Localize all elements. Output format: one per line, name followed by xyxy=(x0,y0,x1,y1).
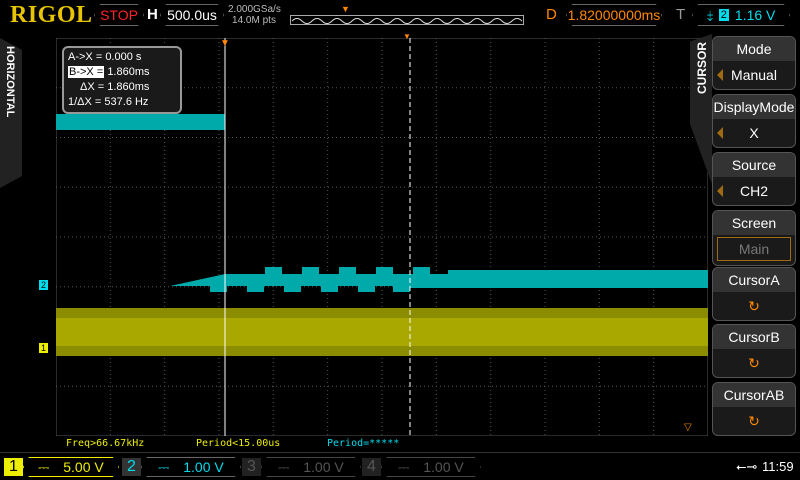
ch2-scale: 1.00 V xyxy=(183,459,224,475)
channel-1-setting[interactable]: 1 ⎓ 5.00 V xyxy=(4,457,119,477)
ch1-scale: 5.00 V xyxy=(63,459,104,475)
menu-cursora[interactable]: CursorA ↻ xyxy=(712,267,796,321)
menu-source-value: CH2 xyxy=(739,183,768,199)
measurement-period-ch1: Period<15.00us xyxy=(196,438,281,449)
timebase-value[interactable]: 500.0us xyxy=(160,4,224,26)
delay-label: D xyxy=(546,6,557,23)
dx-value: 1.860ms xyxy=(107,81,150,93)
a-label: A->X = xyxy=(68,51,103,63)
run-stop-status[interactable]: STOP xyxy=(94,4,144,26)
ch1-number: 1 xyxy=(4,458,23,476)
horizontal-tab[interactable]: HORIZONTAL xyxy=(0,38,22,188)
a-value: 0.000 s xyxy=(105,51,142,63)
dc-coupling-icon: ⎓ xyxy=(398,458,410,475)
menu-source[interactable]: Source CH2 xyxy=(712,152,796,206)
menu-displaymode[interactable]: DisplayMode X xyxy=(712,94,796,148)
measurement-period-ch2: Period=***** xyxy=(327,438,400,449)
memory-depth: 14.0M pts xyxy=(232,15,276,26)
trigger-position-marker: ▼ xyxy=(341,4,350,14)
inv-dx-label: 1/ΔX = xyxy=(68,96,102,108)
menu-mode-value: Manual xyxy=(731,67,777,83)
menu-mode-title: Mode xyxy=(713,37,795,61)
ch4-number: 4 xyxy=(362,458,381,476)
trigger-level: 1.16 V xyxy=(734,7,776,23)
rigol-logo: RIGOL xyxy=(10,2,93,28)
menu-screen-title: Screen xyxy=(713,211,795,235)
ch2-marker[interactable]: 2 xyxy=(39,280,49,290)
dx-label: ΔX = xyxy=(80,81,105,93)
cursorab-knob-icon: ↻ xyxy=(748,413,760,429)
menu-screen-value: Main xyxy=(717,237,791,261)
b-label: B->X = xyxy=(68,66,105,78)
horizontal-label: H xyxy=(147,6,158,23)
menu-mode[interactable]: Mode Manual xyxy=(712,36,796,90)
menu-screen[interactable]: Screen Main xyxy=(712,210,796,266)
delay-value[interactable]: 1.82000000ms xyxy=(566,4,662,26)
dc-coupling-icon: ⎓ xyxy=(278,458,290,475)
trigger-source: 2 xyxy=(720,9,727,21)
menu-cursorab[interactable]: CursorAB ↻ xyxy=(712,382,796,436)
cursorb-knob-icon: ↻ xyxy=(748,355,760,371)
trigger-settings[interactable]: ⤈ 2 1.16 V xyxy=(692,4,790,26)
ch1-waveform xyxy=(56,308,708,356)
measurement-freq: Freq>66.67kHz xyxy=(66,438,145,449)
cursor-readout: A->X = 0.000 s B->X = 1.860ms ΔX = 1.860… xyxy=(62,46,182,114)
cursora-knob-icon: ↻ xyxy=(748,298,760,314)
ch1-marker[interactable]: 1 xyxy=(39,343,49,353)
menu-cursorb-title: CursorB xyxy=(713,325,795,349)
ch4-scale: 1.00 V xyxy=(423,459,464,475)
ch3-scale: 1.00 V xyxy=(303,459,344,475)
cursor-menu-title: CURSOR xyxy=(695,42,709,95)
horizontal-tab-label: HORIZONTAL xyxy=(4,46,16,118)
menu-cursora-title: CursorA xyxy=(713,268,795,292)
sample-rate: 2.000GSa/s xyxy=(228,4,281,15)
falling-edge-icon: ⤈ xyxy=(706,6,713,23)
trigger-time-marker[interactable]: ▼ xyxy=(220,38,230,49)
clock-time: 11:59 xyxy=(762,459,794,474)
svg-text:▽: ▽ xyxy=(684,422,692,433)
menu-cursorb[interactable]: CursorB ↻ xyxy=(712,324,796,378)
menu-cursorab-title: CursorAB xyxy=(713,383,795,407)
menu-displaymode-value: X xyxy=(749,125,759,141)
ch2-number: 2 xyxy=(122,458,141,476)
channel-2-setting[interactable]: 2 ⎓ 1.00 V xyxy=(122,457,241,477)
usb-icon: ⭠⊸ xyxy=(736,459,758,474)
ch3-number: 3 xyxy=(242,458,261,476)
inv-dx-value: 537.6 Hz xyxy=(104,96,149,108)
channel-4-setting[interactable]: 4 ⎓ 1.00 V xyxy=(362,457,481,477)
delay-marker: ▼ xyxy=(403,32,411,41)
memory-overview-bar[interactable] xyxy=(290,15,524,25)
trigger-label: T xyxy=(676,6,686,23)
channel-3-setting[interactable]: 3 ⎓ 1.00 V xyxy=(242,457,361,477)
menu-source-title: Source xyxy=(713,153,795,177)
b-value: 1.860ms xyxy=(107,66,150,78)
dc-coupling-icon: ⎓ xyxy=(158,458,170,475)
menu-displaymode-title: DisplayMode xyxy=(713,95,795,119)
dc-coupling-icon: ⎓ xyxy=(38,458,50,475)
